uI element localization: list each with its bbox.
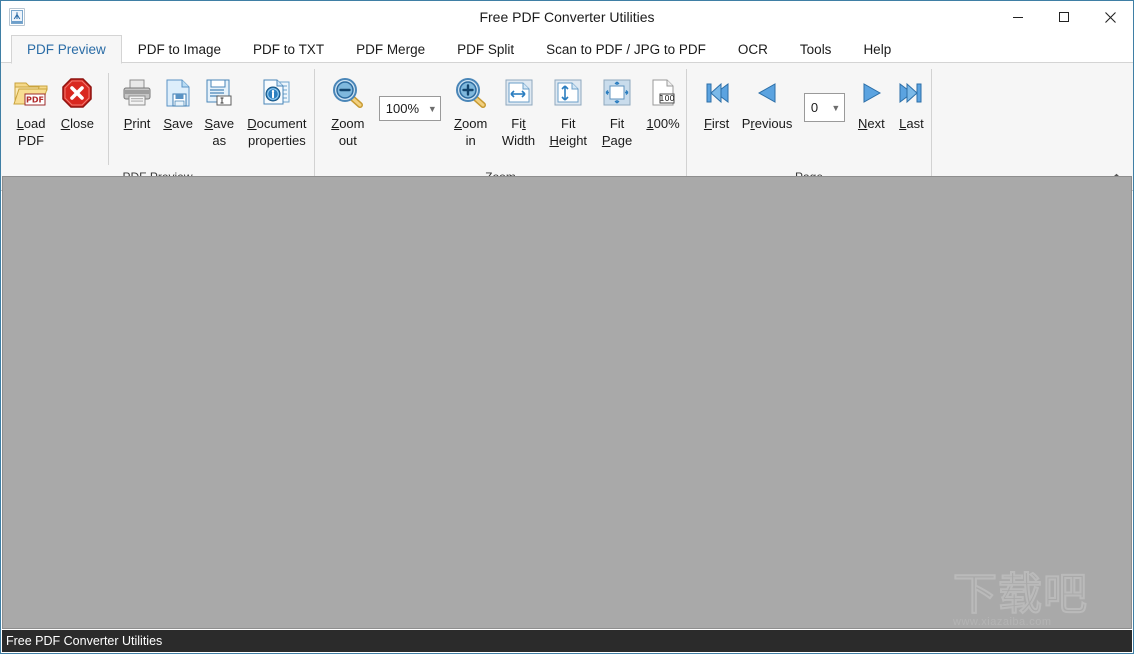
ribbon-group-zoom: Zoomout 100% ▼: [315, 63, 686, 190]
watermark: 下载吧 www.xiazaiba.com: [953, 572, 1123, 629]
ribbon-group-pdf-preview: PDF LoadPDF Close: [1, 63, 314, 190]
close-label: Close: [61, 115, 94, 132]
tab-pdf-preview[interactable]: PDF Preview: [11, 35, 122, 64]
first-page-icon: [702, 74, 732, 112]
first-page-label: First: [704, 115, 729, 132]
magnifier-minus-icon: [331, 74, 365, 112]
fit-height-label: FitHeight: [549, 115, 587, 149]
svg-text:100: 100: [659, 94, 674, 103]
save-as-button[interactable]: Saveas: [199, 71, 240, 150]
fit-height-button[interactable]: FitHeight: [542, 71, 594, 150]
title-bar: Free PDF Converter Utilities: [1, 1, 1133, 34]
ribbon: PDF LoadPDF Close: [1, 63, 1133, 191]
tab-tools[interactable]: Tools: [784, 35, 848, 63]
next-page-label: Next: [858, 115, 885, 132]
pdf-document-icon: [9, 8, 25, 26]
watermark-text: 下载吧: [953, 572, 1123, 618]
fit-page-button[interactable]: FitPage: [594, 71, 640, 150]
zoom-100-button[interactable]: 100 100%: [640, 71, 686, 133]
tab-ocr[interactable]: OCR: [722, 35, 784, 63]
previous-page-label: Previous: [742, 115, 793, 132]
previous-page-button[interactable]: Previous: [736, 71, 798, 133]
zoom-in-label: Zoomin: [454, 115, 487, 149]
save-button[interactable]: Save: [158, 71, 199, 133]
maximize-icon[interactable]: [1041, 1, 1087, 33]
close-icon[interactable]: [1087, 1, 1133, 33]
previous-page-icon: [752, 74, 782, 112]
printer-icon: [121, 74, 153, 112]
magnifier-plus-icon: [454, 74, 488, 112]
tab-pdf-to-image[interactable]: PDF to Image: [122, 35, 237, 63]
open-folder-pdf-icon: PDF: [13, 74, 49, 112]
ribbon-group-page: First Previous 0 ▼: [687, 63, 931, 190]
save-as-label: Saveas: [204, 115, 234, 149]
next-page-icon: [856, 74, 886, 112]
tab-help[interactable]: Help: [847, 35, 907, 63]
fit-page-label: FitPage: [602, 115, 632, 149]
zoom-out-button[interactable]: Zoomout: [323, 71, 373, 150]
zoom-100-label: 100%: [646, 115, 679, 132]
tab-pdf-merge[interactable]: PDF Merge: [340, 35, 441, 63]
last-page-button[interactable]: Last: [892, 71, 931, 133]
document-properties-button[interactable]: Documentproperties: [240, 71, 314, 150]
last-page-icon: [896, 74, 926, 112]
zoom-in-button[interactable]: Zoomin: [447, 71, 495, 150]
save-as-icon: [204, 74, 234, 112]
close-octagon-icon: [61, 74, 93, 112]
tab-scan-to-pdf[interactable]: Scan to PDF / JPG to PDF: [530, 35, 722, 63]
status-bar-text: Free PDF Converter Utilities: [6, 634, 162, 648]
fit-width-label: FitWidth: [502, 115, 535, 149]
ribbon-group-separator-3: [931, 69, 932, 181]
application-window: Free PDF Converter Utilities PDF Preview…: [0, 0, 1134, 654]
document-properties-label: Documentproperties: [247, 115, 306, 149]
svg-text:PDF: PDF: [26, 96, 44, 105]
zoom-level-value: 100%: [380, 101, 425, 116]
group-divider: [108, 73, 109, 165]
page-number-value: 0: [805, 100, 828, 115]
first-page-button[interactable]: First: [697, 71, 736, 133]
chevron-down-icon[interactable]: ▼: [425, 104, 440, 114]
window-controls: [995, 1, 1133, 33]
load-pdf-label: LoadPDF: [17, 115, 46, 149]
watermark-url: www.xiazaiba.com: [953, 616, 1123, 628]
pdf-preview-area[interactable]: 下载吧 www.xiazaiba.com: [2, 176, 1132, 629]
chevron-down-icon[interactable]: ▼: [828, 103, 844, 113]
fit-width-button[interactable]: FitWidth: [495, 71, 543, 150]
zoom-100-icon: 100: [649, 74, 677, 112]
fit-height-icon: [553, 74, 583, 112]
print-label: Print: [124, 115, 151, 132]
load-pdf-button[interactable]: PDF LoadPDF: [7, 71, 55, 150]
minimize-icon[interactable]: [995, 1, 1041, 33]
tab-pdf-split[interactable]: PDF Split: [441, 35, 530, 63]
save-label: Save: [163, 115, 193, 132]
tab-pdf-to-txt[interactable]: PDF to TXT: [237, 35, 340, 63]
window-title: Free PDF Converter Utilities: [1, 1, 1133, 34]
zoom-level-combobox[interactable]: 100% ▼: [379, 96, 441, 121]
close-button[interactable]: Close: [55, 71, 100, 133]
print-button[interactable]: Print: [117, 71, 158, 133]
next-page-button[interactable]: Next: [851, 71, 892, 133]
zoom-out-label: Zoomout: [331, 115, 364, 149]
fit-page-icon: [602, 74, 632, 112]
status-bar: Free PDF Converter Utilities: [2, 630, 1132, 652]
ribbon-tab-strip: PDF Preview PDF to Image PDF to TXT PDF …: [1, 34, 1133, 63]
last-page-label: Last: [899, 115, 924, 132]
save-document-icon: [164, 74, 192, 112]
page-number-combobox[interactable]: 0 ▼: [804, 93, 845, 122]
document-info-icon: [261, 74, 293, 112]
fit-width-icon: [504, 74, 534, 112]
